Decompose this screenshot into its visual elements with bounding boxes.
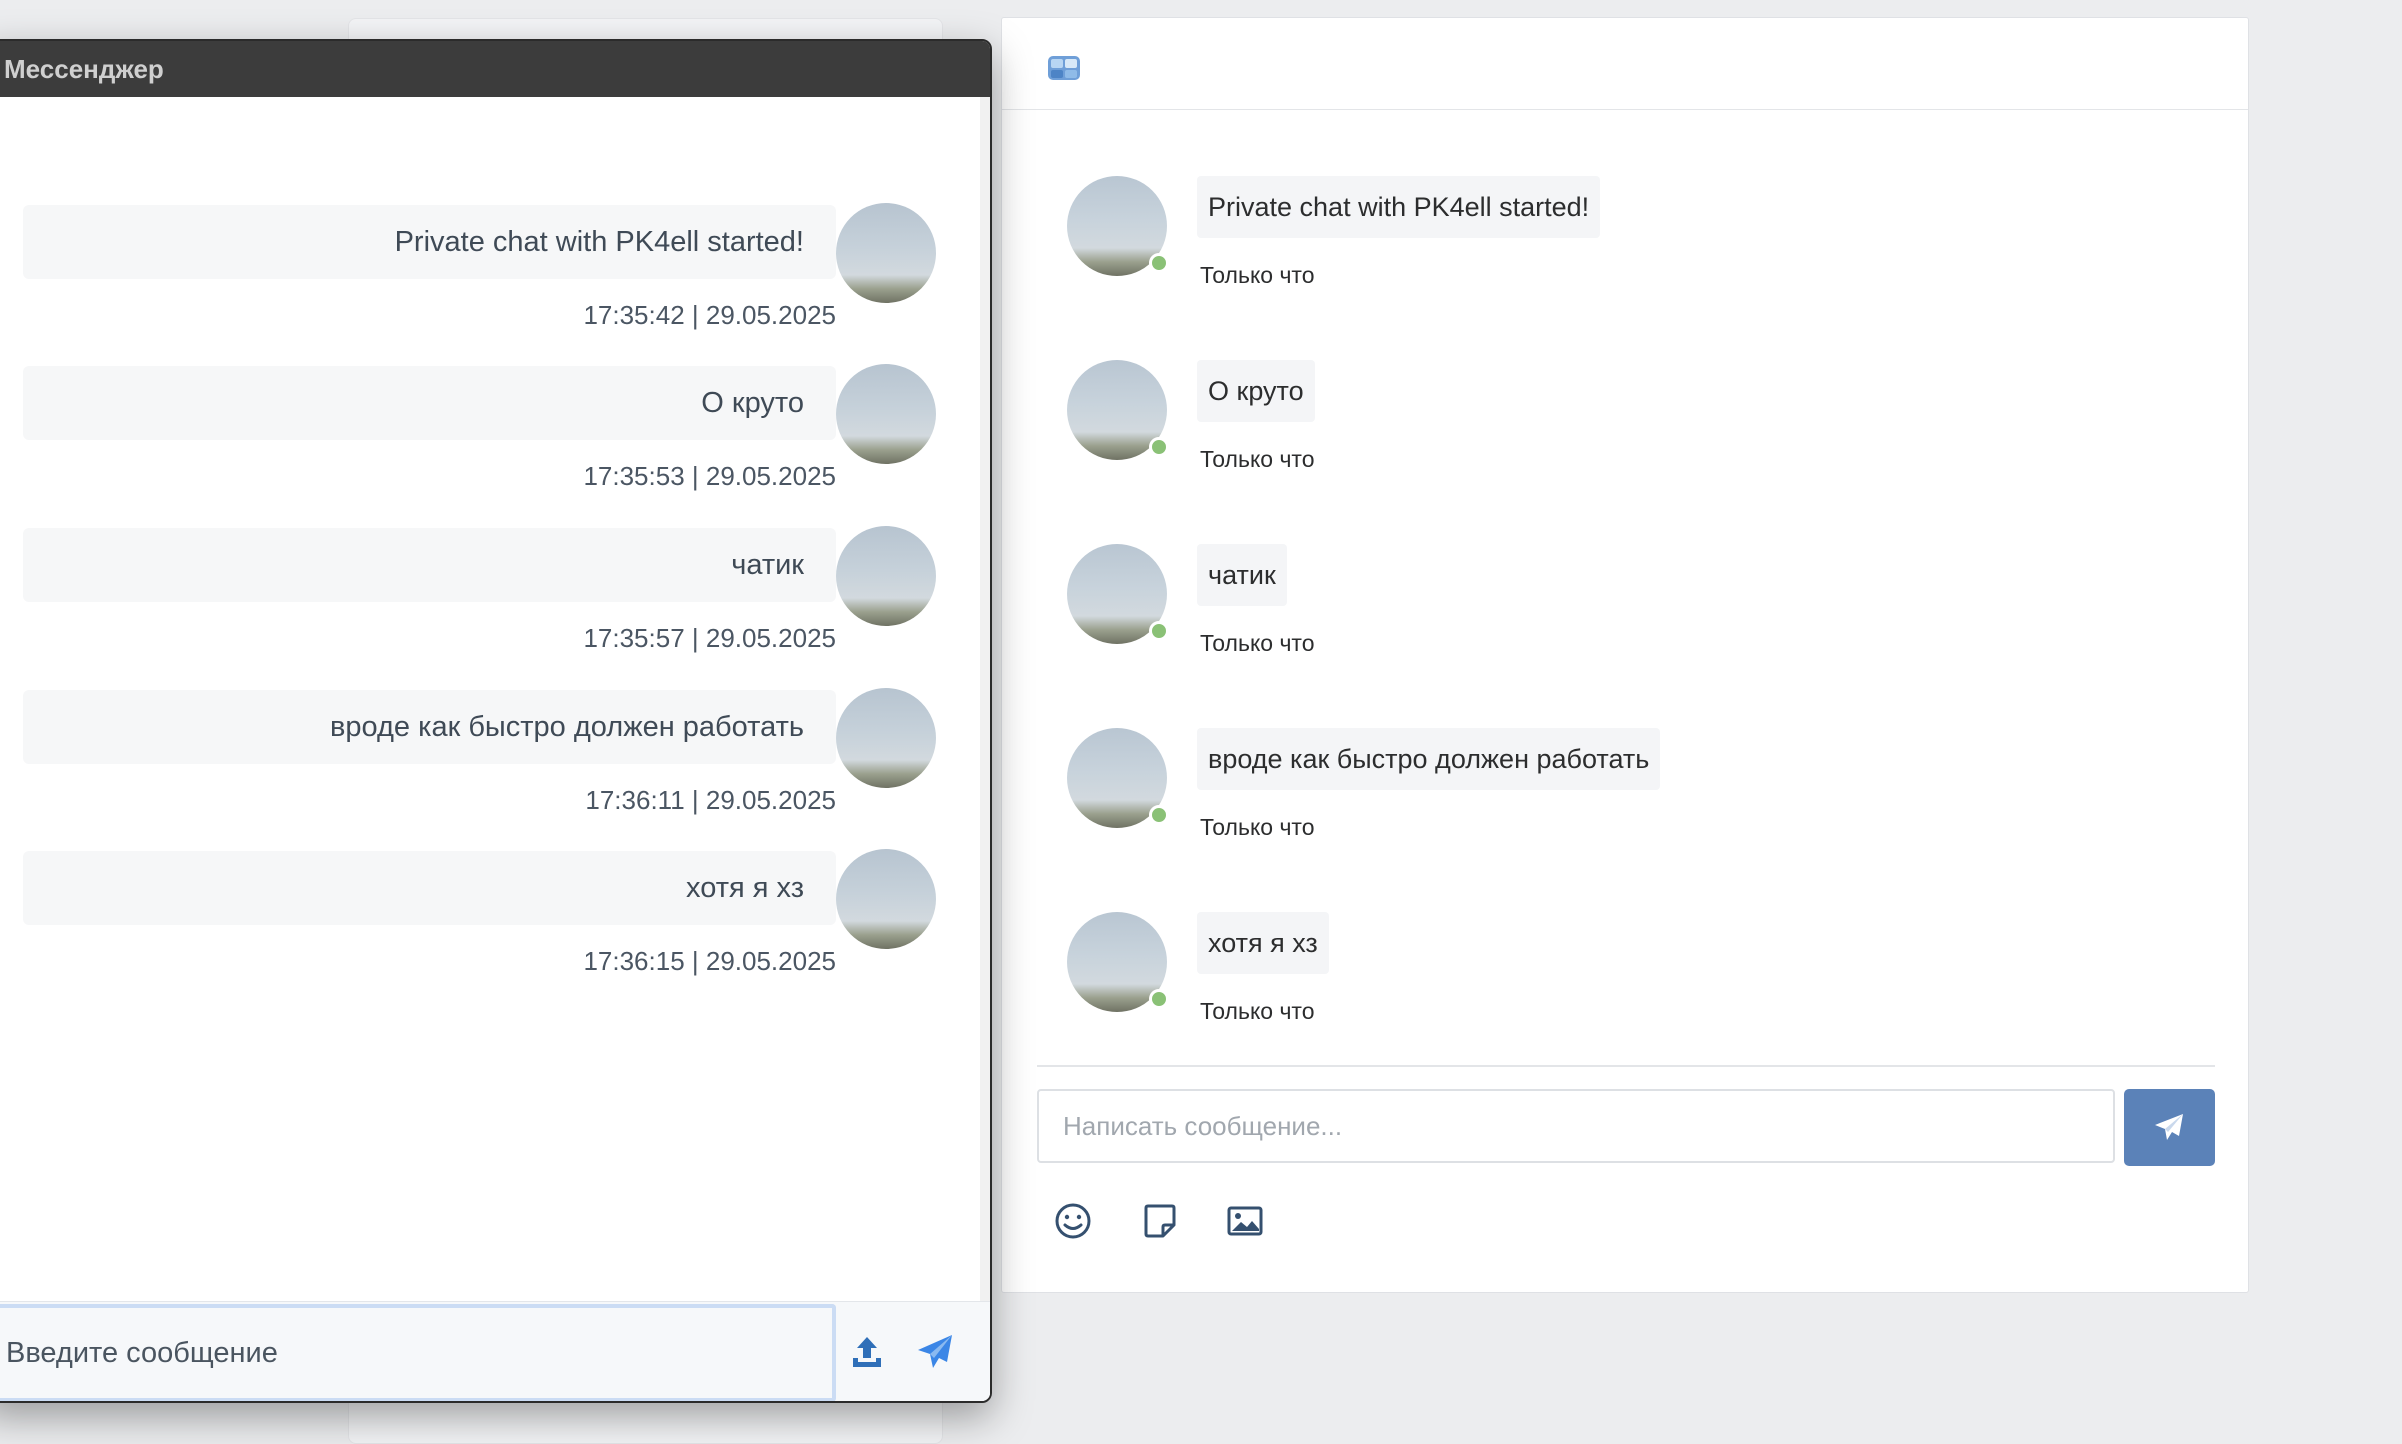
vk-message: О круто Только что — [1067, 360, 2167, 472]
avatar[interactable] — [1067, 176, 1169, 276]
message-time: Только что — [1200, 998, 1315, 1024]
message-text: О круто — [23, 366, 836, 440]
avatar[interactable] — [1067, 360, 1169, 460]
message-text: вроде как быстро должен работать — [1197, 728, 1661, 790]
send-button[interactable] — [2124, 1089, 2215, 1166]
message-row: Private chat with PK4ell started! 17:35:… — [0, 203, 942, 355]
window-title: Мессенджер — [4, 54, 164, 84]
avatar[interactable] — [836, 364, 936, 464]
message-text: чатик — [23, 528, 836, 602]
sticker-icon[interactable] — [1139, 1200, 1181, 1242]
message-row: вроде как быстро должен работать 17:36:1… — [0, 688, 942, 840]
message-time: 17:36:11 | 29.05.2025 — [585, 785, 836, 815]
message-time: Только что — [1200, 446, 1315, 472]
avatar[interactable] — [836, 688, 936, 788]
message-input[interactable] — [0, 1304, 836, 1401]
message-time: 17:35:57 | 29.05.2025 — [583, 623, 836, 653]
avatar[interactable] — [836, 849, 936, 949]
messenger-window: Мессенджер Private chat with PK4ell star… — [0, 39, 992, 1403]
message-text: чатик — [1197, 544, 1287, 606]
message-text: Private chat with PK4ell started! — [23, 205, 836, 279]
online-indicator — [1149, 989, 1169, 1009]
message-input[interactable] — [1037, 1089, 2115, 1163]
send-icon[interactable] — [914, 1331, 956, 1373]
online-indicator — [1149, 253, 1169, 273]
vk-message: вроде как быстро должен работать Только … — [1067, 728, 2167, 840]
avatar[interactable] — [1067, 912, 1169, 1012]
online-indicator — [1149, 437, 1169, 457]
upload-icon[interactable] — [846, 1331, 888, 1373]
online-indicator — [1149, 805, 1169, 825]
divider — [1037, 1065, 2215, 1067]
message-row: чатик 17:35:57 | 29.05.2025 — [0, 526, 942, 678]
message-row: хотя я хз 17:36:15 | 29.05.2025 — [0, 849, 942, 1001]
message-time: 17:36:15 | 29.05.2025 — [583, 946, 836, 976]
message-text: хотя я хз — [1197, 912, 1329, 974]
message-text: вроде как быстро должен работать — [23, 690, 836, 764]
message-time: 17:35:42 | 29.05.2025 — [583, 300, 836, 330]
message-time: Только что — [1200, 814, 1315, 840]
app-cube-icon[interactable] — [1046, 52, 1082, 84]
vk-message: чатик Только что — [1067, 544, 2167, 656]
message-text: хотя я хз — [23, 851, 836, 925]
avatar[interactable] — [1067, 728, 1169, 828]
online-indicator — [1149, 621, 1169, 641]
vk-chat-header — [1002, 18, 2248, 110]
message-time: Только что — [1200, 630, 1315, 656]
message-row: О круто 17:35:53 | 29.05.2025 — [0, 364, 942, 516]
avatar[interactable] — [836, 203, 936, 303]
message-time: 17:35:53 | 29.05.2025 — [583, 461, 836, 491]
avatar[interactable] — [1067, 544, 1169, 644]
scrollbar[interactable] — [980, 97, 990, 1345]
avatar[interactable] — [836, 526, 936, 626]
emoji-icon[interactable] — [1052, 1200, 1094, 1242]
message-text: Private chat with PK4ell started! — [1197, 176, 1601, 238]
image-icon[interactable] — [1224, 1200, 1266, 1242]
vk-chat-panel: Private chat with PK4ell started! Только… — [1001, 17, 2249, 1293]
vk-message: хотя я хз Только что — [1067, 912, 2167, 1024]
vk-message: Private chat with PK4ell started! Только… — [1067, 176, 2167, 288]
send-icon — [2155, 1114, 2183, 1140]
window-titlebar[interactable]: Мессенджер — [0, 41, 990, 97]
message-text: О круто — [1197, 360, 1315, 422]
message-time: Только что — [1200, 262, 1315, 288]
